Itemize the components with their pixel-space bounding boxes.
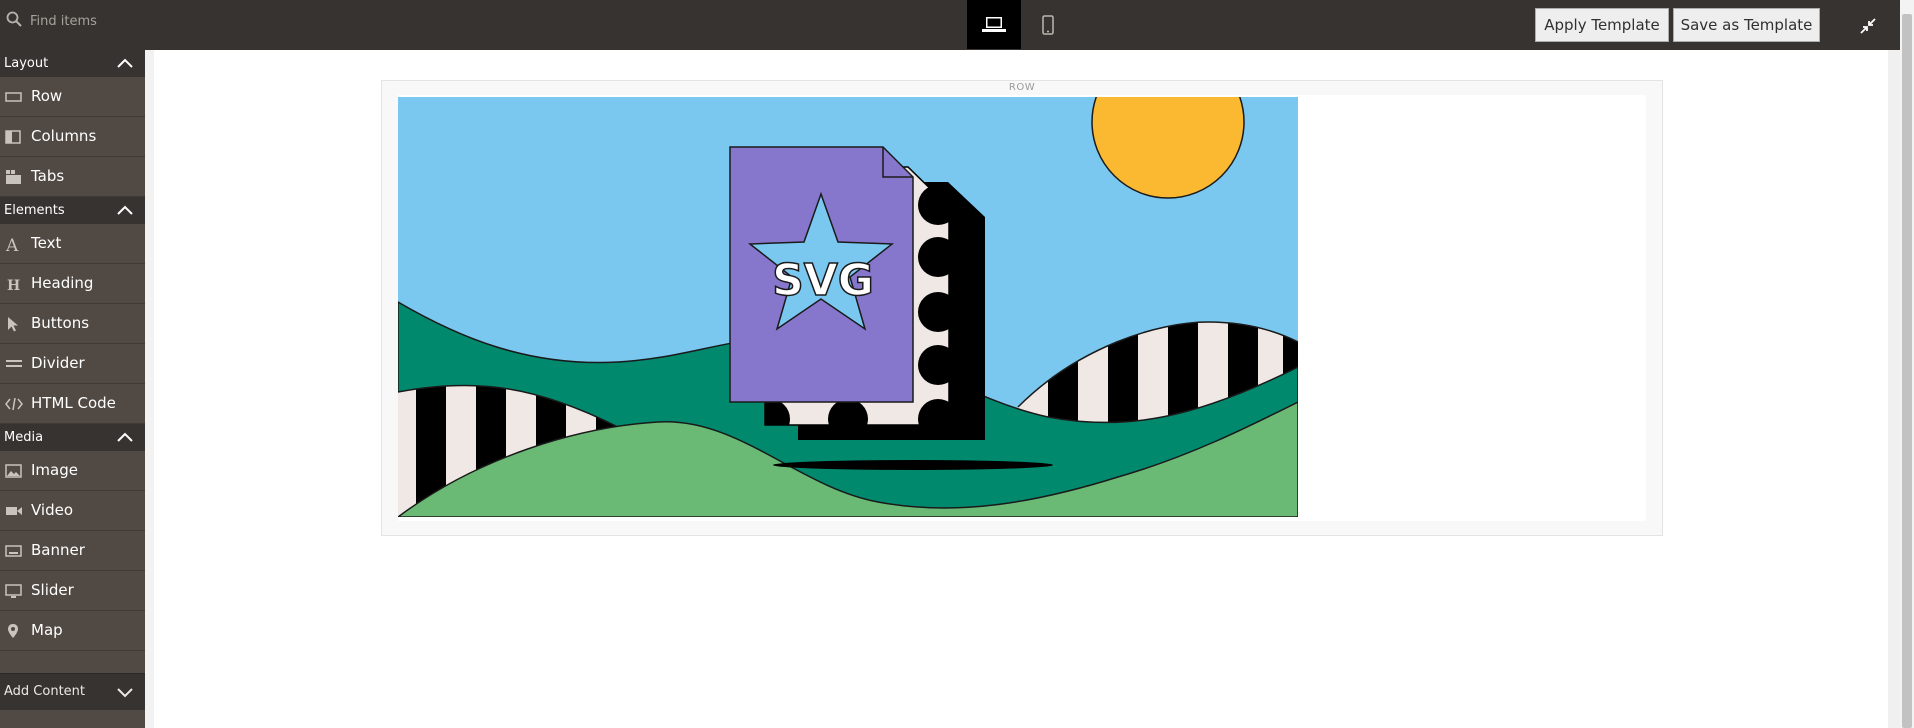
- add-content-label: Add Content: [4, 684, 86, 699]
- top-toolbar: Apply Template Save as Template: [0, 0, 1914, 50]
- section-label: Media: [4, 430, 44, 445]
- section-elements-header[interactable]: Elements: [0, 197, 145, 224]
- search-icon: [6, 11, 22, 27]
- sidebar-item-label: Row: [31, 87, 63, 105]
- row-label: ROW: [1008, 82, 1036, 93]
- scrollbar-thumb[interactable]: [1902, 14, 1912, 728]
- slider-icon: [5, 584, 22, 598]
- sidebar-item-label: Banner: [31, 541, 85, 559]
- chevron-down-icon: [117, 688, 133, 698]
- search-box[interactable]: [0, 0, 146, 43]
- sidebar-item-heading[interactable]: H Heading: [0, 264, 145, 304]
- search-input[interactable]: [30, 11, 142, 31]
- sidebar-item-slider[interactable]: Slider: [0, 571, 145, 611]
- apply-template-button[interactable]: Apply Template: [1535, 8, 1669, 42]
- sidebar-item-label: Heading: [31, 274, 94, 292]
- sidebar-item-row[interactable]: Row: [0, 77, 145, 117]
- sidebar-item-label: Divider: [31, 354, 85, 372]
- row-icon: [5, 92, 22, 102]
- sidebar-item-label: Slider: [31, 581, 74, 599]
- sidebar-item-image[interactable]: Image: [0, 451, 145, 491]
- sidebar-item-columns[interactable]: Columns: [0, 117, 145, 157]
- row-container[interactable]: ROW SVG: [381, 80, 1663, 536]
- text-icon: A: [5, 236, 19, 252]
- desktop-view-button[interactable]: [967, 0, 1021, 49]
- section-label: Elements: [4, 203, 65, 218]
- sidebar-item-banner[interactable]: Banner: [0, 531, 145, 571]
- map-pin-icon: [8, 624, 18, 638]
- svg-illustration-image[interactable]: SVG: [398, 97, 1298, 517]
- svg-text:H: H: [7, 278, 20, 292]
- sidebar-item-map[interactable]: Map: [0, 611, 145, 651]
- divider-icon: [6, 360, 22, 367]
- stage-right-border: [1888, 50, 1900, 728]
- add-content-header[interactable]: Add Content: [0, 673, 145, 710]
- sidebar-item-video[interactable]: Video: [0, 491, 145, 531]
- sidebar-item-label: Columns: [31, 127, 97, 145]
- landscape-illustration: SVG: [398, 97, 1298, 517]
- sidebar-item-label: Image: [31, 461, 78, 479]
- content-panel: Layout Row Columns Tabs Elements A Text …: [0, 50, 145, 728]
- sidebar-item-html-code[interactable]: HTML Code: [0, 384, 145, 424]
- exit-fullscreen-button[interactable]: [1858, 16, 1878, 36]
- save-as-template-button[interactable]: Save as Template: [1673, 8, 1820, 42]
- stage-left-border: [145, 50, 154, 728]
- video-camera-icon: [6, 507, 22, 515]
- sidebar-item-label: Tabs: [31, 167, 65, 185]
- svg-text: SVG: [772, 255, 874, 306]
- laptop-icon: [982, 16, 1006, 32]
- section-layout-header[interactable]: Layout: [0, 50, 145, 77]
- sidebar-item-label: Video: [31, 501, 74, 519]
- section-media-header[interactable]: Media: [0, 424, 145, 451]
- chevron-up-icon: [117, 432, 133, 442]
- collapse-arrows-icon: [1860, 18, 1876, 34]
- sidebar-item-buttons[interactable]: Buttons: [0, 304, 145, 344]
- mobile-view-button[interactable]: [1021, 0, 1075, 49]
- columns-icon: [5, 130, 21, 144]
- sidebar-item-text[interactable]: A Text: [0, 224, 145, 264]
- image-icon: [5, 464, 22, 478]
- chevron-up-icon: [117, 205, 133, 215]
- code-icon: [5, 397, 23, 411]
- chevron-up-icon: [117, 58, 133, 68]
- vertical-scrollbar[interactable]: [1900, 0, 1914, 728]
- sidebar-item-divider[interactable]: Divider: [0, 344, 145, 384]
- sidebar-item-label: Map: [31, 621, 63, 639]
- svg-text:A: A: [5, 236, 19, 252]
- sidebar-item-label: Text: [31, 234, 62, 252]
- sidebar-item-label: Buttons: [31, 314, 90, 332]
- heading-icon: H: [7, 278, 20, 292]
- banner-icon: [5, 545, 22, 557]
- row-content: SVG: [398, 95, 1646, 521]
- mobile-phone-icon: [1042, 14, 1054, 35]
- sidebar-item-label: HTML Code: [31, 394, 116, 412]
- cursor-icon: [8, 317, 18, 332]
- file-shadow: [773, 460, 1053, 470]
- tabs-icon: [6, 170, 21, 184]
- section-label: Layout: [4, 56, 49, 71]
- sidebar-item-tabs[interactable]: Tabs: [0, 157, 145, 197]
